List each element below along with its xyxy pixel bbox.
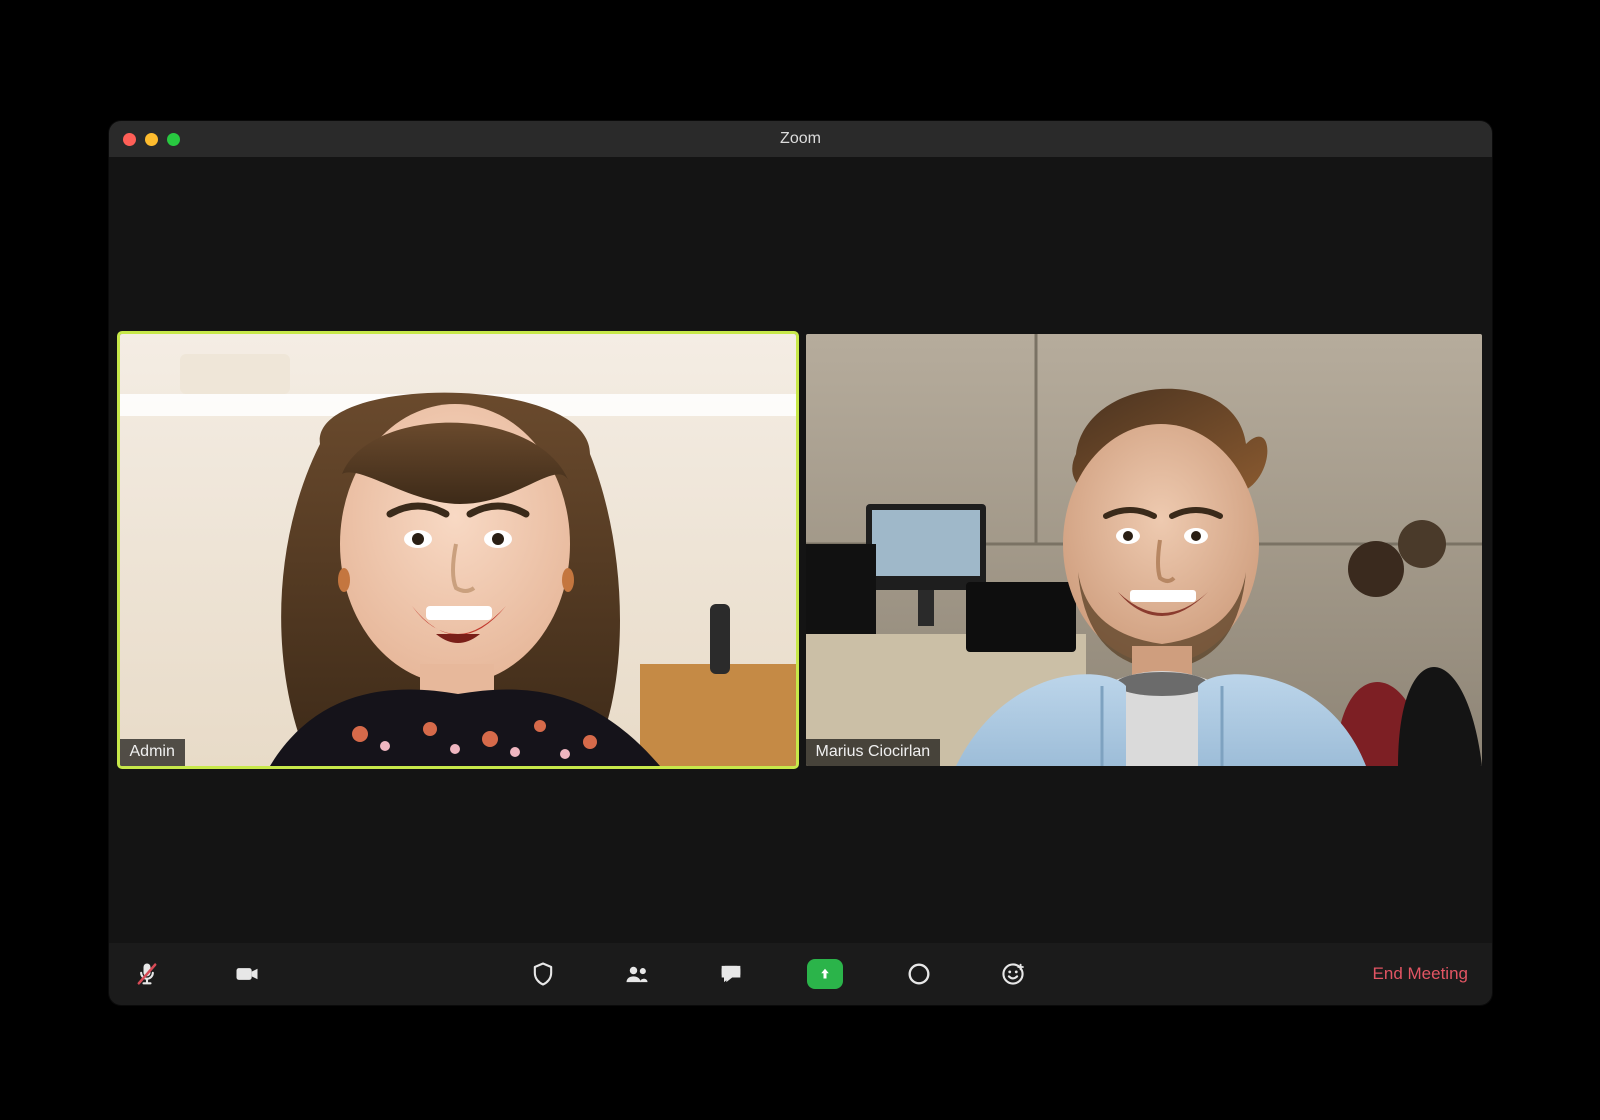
video-feed bbox=[806, 334, 1482, 766]
participants-button[interactable] bbox=[619, 956, 655, 992]
share-arrow-up-icon bbox=[816, 965, 834, 983]
window-controls bbox=[123, 133, 180, 146]
reactions-button[interactable] bbox=[995, 956, 1031, 992]
zoom-window: Zoom bbox=[109, 121, 1492, 1005]
toolbar-center-group bbox=[525, 956, 1031, 992]
app-stage: Zoom bbox=[0, 0, 1600, 1120]
close-window-button[interactable] bbox=[123, 133, 136, 146]
chat-button[interactable] bbox=[713, 956, 749, 992]
window-titlebar[interactable]: Zoom bbox=[109, 121, 1492, 157]
participant-name-label: Marius Ciocirlan bbox=[806, 739, 941, 766]
chat-icon bbox=[717, 960, 745, 988]
record-button[interactable] bbox=[901, 956, 937, 992]
security-button[interactable] bbox=[525, 956, 561, 992]
microphone-muted-icon bbox=[133, 960, 161, 988]
video-camera-icon bbox=[233, 960, 261, 988]
video-feed bbox=[120, 334, 796, 766]
video-tile-marius[interactable]: Marius Ciocirlan bbox=[806, 334, 1482, 766]
video-button[interactable] bbox=[229, 956, 265, 992]
meeting-toolbar: End Meeting bbox=[109, 943, 1492, 1005]
minimize-window-button[interactable] bbox=[145, 133, 158, 146]
participant-name-label: Admin bbox=[120, 739, 185, 766]
participants-icon bbox=[623, 960, 651, 988]
record-icon bbox=[905, 960, 933, 988]
share-screen-pill bbox=[807, 959, 843, 989]
video-grid: Admin bbox=[109, 157, 1492, 943]
window-title: Zoom bbox=[109, 130, 1492, 148]
mute-button[interactable] bbox=[129, 956, 165, 992]
toolbar-left-group bbox=[129, 956, 265, 992]
reactions-smiley-icon bbox=[999, 960, 1027, 988]
video-tile-admin[interactable]: Admin bbox=[120, 334, 796, 766]
fullscreen-window-button[interactable] bbox=[167, 133, 180, 146]
end-meeting-button[interactable]: End Meeting bbox=[1369, 958, 1472, 990]
share-screen-button[interactable] bbox=[807, 956, 843, 992]
shield-icon bbox=[529, 960, 557, 988]
